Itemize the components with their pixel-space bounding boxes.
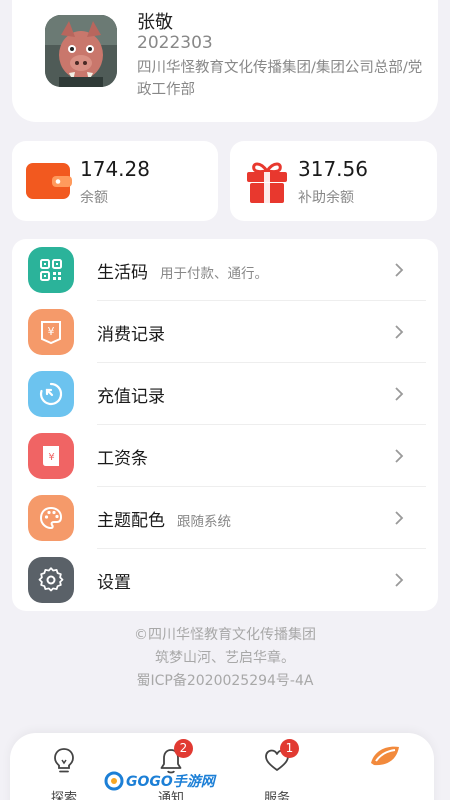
service-badge: 1 [280, 739, 299, 758]
watermark-text: GOGO手游网 [126, 774, 215, 790]
tab-explore[interactable]: 探索 [29, 743, 99, 800]
tab-label: 探索 [50, 791, 77, 800]
tab-label: 服务 [263, 791, 290, 800]
recharge-icon [28, 371, 74, 417]
chevron-right-icon [395, 263, 404, 277]
leaf-logo-icon [371, 746, 399, 766]
wallet-icon [26, 163, 72, 199]
payslip-icon: ¥ [28, 433, 74, 479]
settings-icon [28, 557, 74, 603]
lightbulb-icon [54, 748, 74, 773]
svg-text:¥: ¥ [48, 325, 55, 338]
chevron-right-icon [395, 573, 404, 587]
svg-text:¥: ¥ [48, 452, 54, 463]
slogan-line: 筑梦山河、艺启华章。 [155, 650, 295, 666]
avatar[interactable] [45, 15, 117, 87]
menu-item-recharge-records[interactable]: 充值记录 [12, 363, 438, 425]
employee-id: 2022303 [137, 33, 213, 53]
balance-label: 余额 [80, 190, 108, 206]
icp-line[interactable]: 蜀ICP备2020025294号-4A [0, 670, 450, 693]
subsidy-balance-value: 317.56 [298, 157, 368, 181]
balance-card[interactable]: 174.28 余额 [12, 141, 218, 221]
menu-item-life-code[interactable]: 生活码 用于付款、通行。 [12, 239, 438, 301]
watermark-logo: GOGO手游网 [104, 769, 215, 793]
subsidy-balance-label: 补助余额 [298, 190, 354, 206]
profile-card: 张敬 2022303 四川华怪教育文化传播集团/集团公司总部/党政工作部 [12, 0, 438, 122]
department: 四川华怪教育文化传播集团/集团公司总部/党政工作部 [137, 60, 423, 98]
receipt-icon: ¥ [28, 309, 74, 355]
chevron-right-icon [395, 387, 404, 401]
menu-item-label: 主题配色 跟随系统 [97, 511, 231, 531]
menu-item-theme-color[interactable]: 主题配色 跟随系统 [12, 487, 438, 549]
tab-home[interactable] [350, 743, 420, 800]
gift-icon [247, 162, 287, 203]
tab-services[interactable]: 1 服务 [242, 739, 312, 800]
menu-item-label: 生活码 用于付款、通行。 [97, 263, 268, 283]
menu-item-label: 设置 [97, 573, 131, 593]
menu-list: 生活码 用于付款、通行。 ¥ 消费记录 充值记录 ¥ 工资条 主题配色 跟随系统… [12, 239, 438, 611]
chevron-right-icon [395, 511, 404, 525]
copyright-line: ©四川华怪教育文化传播集团 [134, 627, 316, 643]
menu-item-subtitle: 跟随系统 [177, 514, 231, 530]
chevron-right-icon [395, 325, 404, 339]
menu-item-subtitle: 用于付款、通行。 [160, 266, 268, 282]
menu-item-label: 工资条 [97, 449, 148, 469]
menu-item-label: 充值记录 [97, 387, 165, 407]
user-name: 张敬 [137, 12, 173, 33]
chevron-right-icon [395, 449, 404, 463]
menu-item-label: 消费记录 [97, 325, 165, 345]
menu-item-settings[interactable]: 设置 [12, 549, 438, 611]
watermark-icon [104, 771, 124, 791]
bottom-tab-bar: 探索 2 通知 1 服务 [10, 733, 434, 800]
palette-icon [28, 495, 74, 541]
notification-badge: 2 [174, 739, 193, 758]
qrcode-icon [28, 247, 74, 293]
copyright-footer: ©四川华怪教育文化传播集团 筑梦山河、艺启华章。 蜀ICP备2020025294… [0, 624, 450, 693]
menu-item-consumption-records[interactable]: ¥ 消费记录 [12, 301, 438, 363]
menu-item-payslip[interactable]: ¥ 工资条 [12, 425, 438, 487]
balance-value: 174.28 [80, 157, 150, 181]
subsidy-balance-card[interactable]: 317.56 补助余额 [230, 141, 437, 221]
